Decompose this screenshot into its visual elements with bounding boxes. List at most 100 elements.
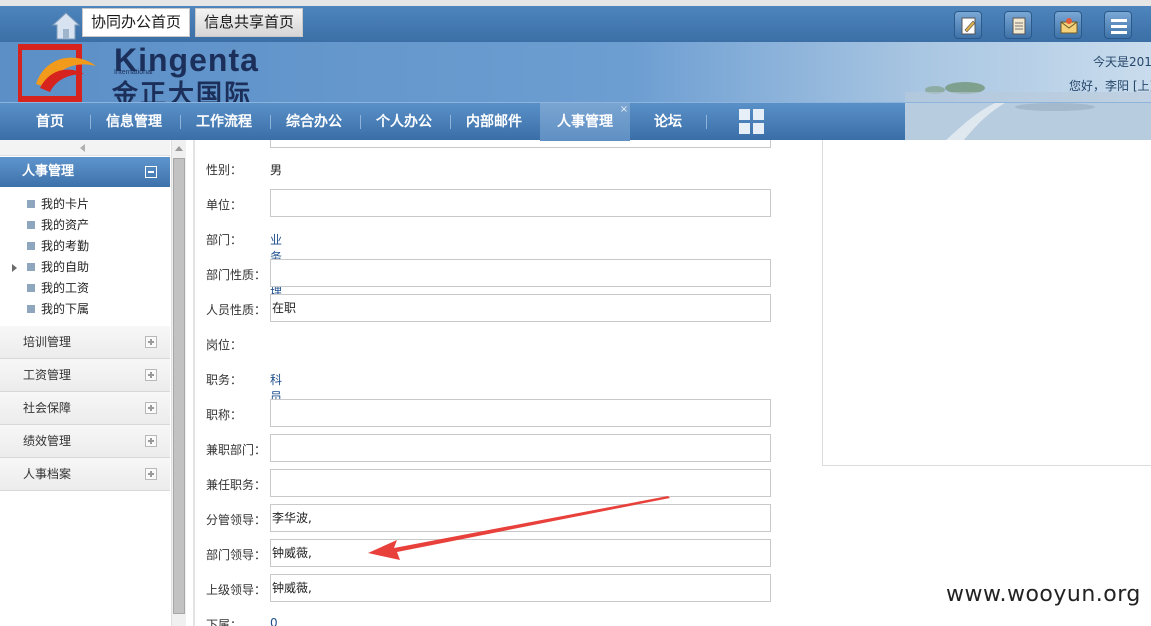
date-text: 今天是201 — [1093, 55, 1151, 69]
list-icon[interactable] — [1104, 11, 1132, 39]
sidebar-section-performance[interactable]: 绩效管理 — [0, 425, 170, 458]
expand-icon[interactable] — [145, 402, 157, 414]
company-logo-icon — [18, 44, 96, 102]
field-label: 职务： — [206, 373, 243, 387]
scrollbar-thumb[interactable] — [173, 158, 185, 614]
nav-separator — [706, 115, 707, 129]
document-icon[interactable] — [1004, 11, 1032, 39]
sidebar-item-my-assets[interactable]: 我的资产 — [27, 216, 89, 234]
apps-grid-icon[interactable] — [739, 109, 765, 135]
sidebar-section-label: 培训管理 — [23, 335, 72, 349]
top-strip: 协同办公首页 信息共享首页 — [0, 0, 1151, 42]
chevron-left-icon — [80, 144, 85, 152]
sidebar-item-label: 我的工资 — [41, 281, 90, 295]
dept-leader-field[interactable]: 钟威薇, — [270, 539, 771, 567]
main-nav: 首页 信息管理 工作流程 综合办公 个人办公 内部邮件 人事管理 × 论坛 — [0, 102, 1151, 141]
nav-separator — [360, 115, 361, 129]
nav-item-internal-mail[interactable]: 内部邮件 — [460, 103, 528, 141]
field-label: 人员性质： — [206, 303, 267, 317]
mail-icon[interactable] — [1054, 11, 1082, 39]
sidebar-item-label: 我的考勤 — [41, 239, 90, 253]
nav-item-personal-office[interactable]: 个人办公 — [370, 103, 438, 141]
sidebar-section-training[interactable]: 培训管理 — [0, 326, 170, 359]
expand-icon[interactable] — [145, 468, 157, 480]
field-label: 兼职部门： — [206, 443, 267, 457]
collapse-icon[interactable] — [145, 166, 157, 178]
sidebar-section-label: 工资管理 — [23, 368, 72, 382]
sidebar-item-my-card[interactable]: 我的卡片 — [27, 195, 89, 213]
dept-nature-field[interactable] — [270, 259, 771, 287]
parttime-duty-field[interactable] — [270, 469, 771, 497]
bullet-icon — [27, 200, 35, 208]
field-label: 分管领导： — [206, 513, 267, 527]
sidebar-item-label: 我的自助 — [41, 260, 90, 274]
sidebar-collapse-handle[interactable] — [0, 140, 170, 156]
sidebar-item-my-subordinates[interactable]: 我的下属 — [27, 300, 89, 318]
sidebar-item-my-selfservice[interactable]: 我的自助 — [27, 258, 89, 276]
sidebar-section-label: 人事管理 — [22, 164, 75, 179]
banner: Kingenta International 金正大国际 今天是201 您好，李… — [0, 42, 1151, 102]
tab-office-home[interactable]: 协同办公首页 — [82, 8, 191, 37]
edit-icon[interactable] — [954, 11, 982, 39]
sidebar-item-label: 我的资产 — [41, 218, 90, 232]
sidebar-item-label: 我的下属 — [41, 302, 90, 316]
sidebar-section-social-security[interactable]: 社会保障 — [0, 392, 170, 425]
field-label: 部门领导： — [206, 548, 267, 562]
nav-item-workflow[interactable]: 工作流程 — [190, 103, 258, 141]
logo-text-cn: 金正大国际 — [112, 80, 253, 102]
nav-separator — [450, 115, 451, 129]
nav-item-hr[interactable]: 人事管理 — [540, 103, 630, 141]
sidebar-scrollbar[interactable] — [171, 140, 186, 626]
sidebar-section-salary[interactable]: 工资管理 — [0, 359, 170, 392]
field-label: 部门： — [206, 233, 243, 247]
field-label: 下属： — [206, 618, 243, 626]
expand-icon[interactable] — [145, 369, 157, 381]
sidebar-section-hr-archive[interactable]: 人事档案 — [0, 458, 170, 491]
expand-arrow-icon[interactable] — [12, 264, 17, 272]
nav-separator — [90, 115, 91, 129]
gender-value: 男 — [270, 163, 283, 177]
field-label: 上级领导： — [206, 583, 267, 597]
superior-leader-field[interactable]: 钟威薇, — [270, 574, 771, 602]
tab-info-share-home[interactable]: 信息共享首页 — [195, 8, 304, 37]
sidebar-section-label: 社会保障 — [23, 401, 72, 415]
sidebar-section-label: 人事档案 — [23, 467, 72, 481]
content-divider — [193, 140, 195, 626]
watermark-text: www.wooyun.org — [946, 582, 1141, 607]
greeting-text: 您好，李阳 [上] — [1069, 79, 1151, 93]
scroll-up-icon[interactable] — [175, 146, 183, 151]
nav-separator — [270, 115, 271, 129]
bullet-icon — [27, 263, 35, 271]
sidebar-item-my-attendance[interactable]: 我的考勤 — [27, 237, 89, 255]
bullet-icon — [27, 242, 35, 250]
field-label: 部门性质： — [206, 268, 267, 282]
sidebar-section-hr[interactable]: 人事管理 — [0, 157, 170, 187]
supervising-leader-field[interactable]: 李华波, — [270, 504, 771, 532]
unit-field[interactable] — [270, 189, 771, 217]
sidebar-item-my-salary[interactable]: 我的工资 — [27, 279, 89, 297]
title-field[interactable] — [270, 399, 771, 427]
staff-nature-field[interactable]: 在职 — [270, 294, 771, 322]
field-label: 岗位： — [206, 338, 243, 352]
field-label: 职称： — [206, 408, 243, 422]
field-label: 性别： — [206, 163, 243, 177]
sidebar: 人事管理 我的卡片 我的资产 我的考勤 我的自助 我的工资 我的下属 培训管理 … — [0, 140, 186, 626]
scenery-decoration — [905, 103, 1151, 141]
field-label: 单位： — [206, 198, 243, 212]
parttime-dept-field[interactable] — [270, 434, 771, 462]
nav-separator — [180, 115, 181, 129]
close-icon[interactable]: × — [619, 105, 629, 115]
nav-item-general-office[interactable]: 综合办公 — [280, 103, 348, 141]
nav-item-info[interactable]: 信息管理 — [100, 103, 168, 141]
sidebar-item-label: 我的卡片 — [41, 197, 90, 211]
expand-icon[interactable] — [145, 336, 157, 348]
home-icon[interactable] — [52, 11, 80, 41]
nav-item-home[interactable]: 首页 — [20, 103, 80, 141]
bullet-icon — [27, 284, 35, 292]
photo-panel — [822, 140, 1151, 466]
bullet-icon — [27, 221, 35, 229]
bullet-icon — [27, 305, 35, 313]
nav-item-forum[interactable]: 论坛 — [640, 103, 696, 141]
expand-icon[interactable] — [145, 435, 157, 447]
subordinates-value[interactable]: 0 — [270, 616, 278, 626]
